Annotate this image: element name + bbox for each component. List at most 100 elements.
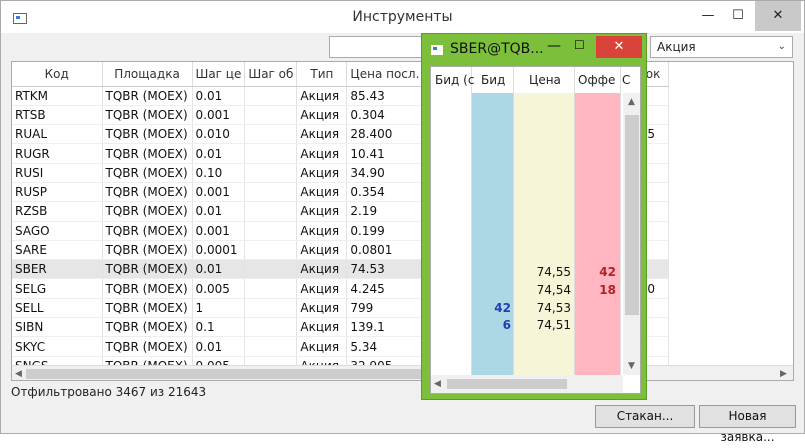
- level-price: 74,54: [536, 283, 571, 297]
- header-price[interactable]: Цена: [529, 73, 561, 87]
- header-offer[interactable]: Оффе: [578, 73, 615, 87]
- cell-type: Акция: [296, 259, 348, 280]
- scroll-right-icon[interactable]: ▶: [780, 369, 787, 379]
- cell-price-step: 1: [192, 298, 246, 319]
- type-select[interactable]: Акция ⌄: [650, 36, 793, 58]
- order-book-window-icon: [431, 45, 443, 55]
- cell-venue: TQBR (MOEX): [102, 317, 193, 338]
- horizontal-scrollbar[interactable]: ◀ ▶: [12, 365, 793, 380]
- new-order-button[interactable]: Новая заявка...: [699, 405, 796, 444]
- cell-price-step: 0.10: [192, 163, 246, 183]
- order-book-button[interactable]: Стакан...: [595, 405, 695, 428]
- cell-code: SAGO: [12, 221, 103, 241]
- level-price: 74,53: [536, 301, 571, 315]
- cell-lot-step: [244, 259, 298, 280]
- cell-code: RUSI: [12, 163, 103, 183]
- cell-lot-step: [244, 240, 298, 261]
- close-button[interactable]: ✕: [755, 1, 801, 31]
- cell-venue: TQBR (MOEX): [102, 143, 193, 164]
- chevron-down-icon: ⌄: [777, 41, 786, 52]
- cell-venue: TQBR (MOEX): [102, 221, 193, 241]
- cell-venue: TQBR (MOEX): [102, 336, 193, 357]
- cell-code: RUGR: [12, 143, 103, 164]
- column-header-price-step[interactable]: Шаг це: [192, 62, 246, 87]
- cell-venue: TQBR (MOEX): [102, 278, 193, 299]
- instruments-table[interactable]: КодПлощадкаШаг цеШаг обТипЦена посл.сдел…: [11, 61, 794, 381]
- cell-lot-step: [244, 221, 298, 241]
- column-header-code[interactable]: Код: [12, 62, 103, 87]
- order-book-title: SBER@TQB...: [450, 41, 544, 57]
- status-text: Отфильтровано 3467 из 21643: [11, 385, 207, 399]
- cell-code: SIBN: [12, 317, 103, 338]
- title-bar[interactable]: Инструменты — ☐ ✕: [1, 1, 804, 33]
- cell-last-price: 28.400: [346, 124, 424, 145]
- cell-last-price: 0.0801: [346, 240, 424, 261]
- scroll-left-icon[interactable]: ◀: [15, 369, 22, 379]
- order-book-close-button[interactable]: ✕: [596, 36, 642, 58]
- order-book-level[interactable]: 74,55 42: [431, 263, 640, 281]
- column-header-type[interactable]: Тип: [296, 62, 348, 87]
- header-bid-cumulative[interactable]: Бид (с: [435, 73, 474, 87]
- cell-venue: TQBR (MOEX): [102, 105, 193, 126]
- cell-last-price: 139.1: [346, 317, 424, 338]
- cell-lot-step: [244, 182, 298, 203]
- cell-last-price: 0.199: [346, 221, 424, 241]
- column-header-last-price[interactable]: Цена посл.: [346, 62, 424, 87]
- cell-type: Акция: [296, 336, 348, 357]
- cell-price-step: 0.01: [192, 143, 246, 164]
- cell-last-price: 0.354: [346, 182, 424, 203]
- cell-venue: TQBR (MOEX): [102, 163, 193, 183]
- cell-code: SBER: [12, 259, 103, 280]
- filter-input[interactable]: [329, 36, 425, 58]
- cell-code: RTSB: [12, 105, 103, 126]
- cell-price-step: 0.1: [192, 317, 246, 338]
- cell-code: SKYC: [12, 336, 103, 357]
- level-offer: 18: [599, 283, 616, 297]
- column-header-lot-step[interactable]: Шаг об: [244, 62, 298, 87]
- cell-last-price: 74.53: [346, 259, 424, 280]
- cell-type: Акция: [296, 182, 348, 203]
- header-extra[interactable]: С: [622, 73, 630, 87]
- level-bid: 6: [502, 318, 511, 332]
- cell-price-step: 0.001: [192, 105, 246, 126]
- window-title: Инструменты: [352, 9, 453, 25]
- maximize-button[interactable]: ☐: [721, 1, 755, 31]
- order-book-vertical-scrollbar[interactable]: ▲ ▼: [623, 93, 640, 375]
- cell-type: Акция: [296, 86, 348, 106]
- order-book-grid[interactable]: Бид (с Бид Цена Оффе С 74,55 42 74,54 18 42 7…: [430, 66, 641, 394]
- cell-price-step: 0.01: [192, 201, 246, 222]
- cell-price-step: 0.010: [192, 124, 246, 145]
- cell-type: Акция: [296, 317, 348, 338]
- cell-type: Акция: [296, 201, 348, 222]
- cell-price-step: 0.01: [192, 259, 246, 280]
- scroll-down-icon[interactable]: ▼: [628, 361, 635, 371]
- minimize-button[interactable]: —: [691, 1, 725, 31]
- cell-type: Акция: [296, 298, 348, 319]
- scroll-thumb[interactable]: [26, 369, 426, 379]
- column-header-venue[interactable]: Площадка: [102, 62, 193, 87]
- order-book-window: SBER@TQB... — ☐ ✕ Бид (с Бид Цена Оффе С…: [421, 33, 647, 400]
- order-book-minimize-button[interactable]: —: [547, 38, 561, 54]
- cell-price-step: 0.005: [192, 278, 246, 299]
- scroll-left-icon[interactable]: ◀: [434, 379, 441, 389]
- order-book-hscroll-thumb[interactable]: [447, 379, 567, 389]
- order-book-maximize-button[interactable]: ☐: [574, 38, 585, 52]
- cell-venue: TQBR (MOEX): [102, 201, 193, 222]
- cell-type: Акция: [296, 143, 348, 164]
- cell-price-step: 0.001: [192, 182, 246, 203]
- cell-lot-step: [244, 124, 298, 145]
- level-offer: 42: [599, 265, 616, 279]
- cell-venue: TQBR (MOEX): [102, 124, 193, 145]
- order-book-scroll-thumb[interactable]: [625, 115, 639, 315]
- order-book-level[interactable]: 42 74,53: [431, 299, 640, 317]
- type-select-value: Акция: [657, 40, 696, 54]
- order-book-header: Бид (с Бид Цена Оффе С: [431, 67, 640, 93]
- header-bid[interactable]: Бид: [481, 73, 505, 87]
- cell-code: SELG: [12, 278, 103, 299]
- cell-last-price: 34.90: [346, 163, 424, 183]
- order-book-horizontal-scrollbar[interactable]: ◀: [431, 375, 623, 393]
- cell-code: SELL: [12, 298, 103, 319]
- order-book-level[interactable]: 6 74,51: [431, 316, 640, 334]
- scroll-up-icon[interactable]: ▲: [628, 97, 635, 107]
- order-book-level[interactable]: 74,54 18: [431, 281, 640, 299]
